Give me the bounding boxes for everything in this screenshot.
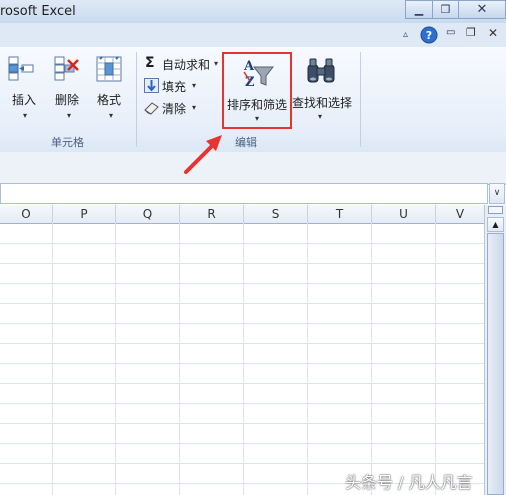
watermark: 头条号 / 凡人凡言 — [345, 473, 473, 492]
column-header[interactable]: S — [244, 205, 308, 223]
delete-dropdown-icon: ▾ — [67, 111, 72, 120]
arrow-up-icon: ▲ — [492, 220, 499, 229]
autosum-dropdown-icon: ▾ — [214, 59, 219, 68]
format-label: 格式 — [97, 93, 122, 107]
insert-dropdown-icon: ▾ — [23, 111, 28, 120]
minimize-icon: ▁ — [414, 3, 424, 16]
title-bar: rosoft Excel ▁ ❐ ✕ — [0, 0, 506, 23]
column-header[interactable]: O — [0, 205, 53, 223]
find-select-button[interactable]: 查找和选择 ▾ — [292, 52, 354, 129]
svg-text:Z: Z — [245, 75, 255, 90]
group-divider — [360, 52, 361, 147]
find-select-dropdown-icon: ▾ — [318, 112, 323, 121]
sort-filter-button[interactable]: A Z 排序和筛选 ▾ — [222, 52, 292, 129]
column-header[interactable]: U — [372, 205, 436, 223]
restore-button[interactable]: ❐ — [432, 0, 459, 19]
column-header[interactable]: R — [180, 205, 244, 223]
svg-text:?: ? — [426, 29, 432, 42]
format-button[interactable]: 格式 ▾ — [92, 55, 132, 135]
wb-minimize-icon[interactable]: ▭ — [446, 27, 455, 38]
column-headers: O P Q R S T U V — [0, 205, 484, 224]
find-select-label: 查找和选择 — [292, 96, 353, 110]
close-button[interactable]: ✕ — [458, 0, 506, 19]
restore-icon: ❐ — [440, 3, 451, 16]
formula-bar-area — [0, 152, 506, 185]
column-header[interactable]: V — [436, 205, 484, 223]
formula-input[interactable] — [0, 183, 488, 204]
close-icon: ✕ — [476, 2, 488, 17]
autosum-label: 自动求和 — [162, 58, 211, 72]
delete-cells-icon — [54, 56, 79, 81]
insert-label: 插入 — [12, 93, 37, 107]
binoculars-icon — [307, 58, 335, 83]
ribbon: 插入 ▾ 删除 ▾ 格式 ▾ 单元格 Σ 自动求和 ▾ 填充 ▾ 清除 ▾ A … — [0, 47, 506, 153]
clear-button[interactable]: 清除 ▾ — [142, 99, 212, 117]
autosum-button[interactable]: Σ 自动求和 ▾ — [142, 55, 222, 73]
fill-dropdown-icon: ▾ — [192, 81, 197, 90]
fill-down-icon — [144, 78, 159, 93]
window-title: rosoft Excel — [0, 4, 76, 19]
minimize-button[interactable]: ▁ — [405, 0, 433, 19]
cells-group-label: 单元格 — [51, 136, 84, 149]
vertical-scrollbar[interactable]: ▲ — [484, 205, 506, 495]
eraser-icon — [144, 102, 159, 115]
format-cells-icon — [96, 56, 122, 82]
sort-filter-label: 排序和筛选 — [227, 98, 288, 112]
wb-restore-icon[interactable]: ❐ — [466, 26, 476, 39]
sort-filter-icon: A Z — [243, 59, 274, 90]
ribbon-collapse-icon[interactable]: ▵ — [403, 29, 408, 40]
help-icon[interactable]: ? — [420, 26, 438, 44]
group-divider — [136, 52, 137, 147]
sort-filter-dropdown-icon: ▾ — [255, 114, 260, 123]
sigma-icon: Σ — [145, 55, 155, 71]
annotation-arrow — [184, 135, 222, 174]
column-header[interactable]: Q — [116, 205, 180, 223]
edit-group-label: 编辑 — [235, 136, 257, 149]
clear-dropdown-icon: ▾ — [192, 103, 197, 112]
clear-label: 清除 — [162, 102, 187, 116]
fill-label: 填充 — [162, 80, 187, 94]
format-dropdown-icon: ▾ — [109, 111, 114, 120]
chevron-down-icon: ∨ — [493, 188, 501, 198]
ribbon-tab-row: ▵ ? ▭ ❐ ✕ — [0, 23, 506, 47]
delete-label: 删除 — [55, 93, 80, 107]
column-header[interactable]: P — [53, 205, 116, 223]
column-header[interactable]: T — [308, 205, 372, 223]
formula-expand-button[interactable]: ∨ — [489, 183, 505, 204]
fill-button[interactable]: 填充 ▾ — [142, 77, 212, 95]
scroll-up-button[interactable]: ▲ — [487, 217, 504, 232]
insert-button[interactable]: 插入 ▾ — [6, 55, 46, 135]
wb-close-icon[interactable]: ✕ — [488, 26, 498, 40]
worksheet-grid[interactable] — [0, 223, 484, 495]
insert-cells-icon — [8, 56, 34, 81]
delete-button[interactable]: 删除 ▾ — [50, 55, 90, 135]
split-box[interactable] — [488, 206, 503, 214]
scroll-thumb[interactable] — [487, 233, 504, 495]
